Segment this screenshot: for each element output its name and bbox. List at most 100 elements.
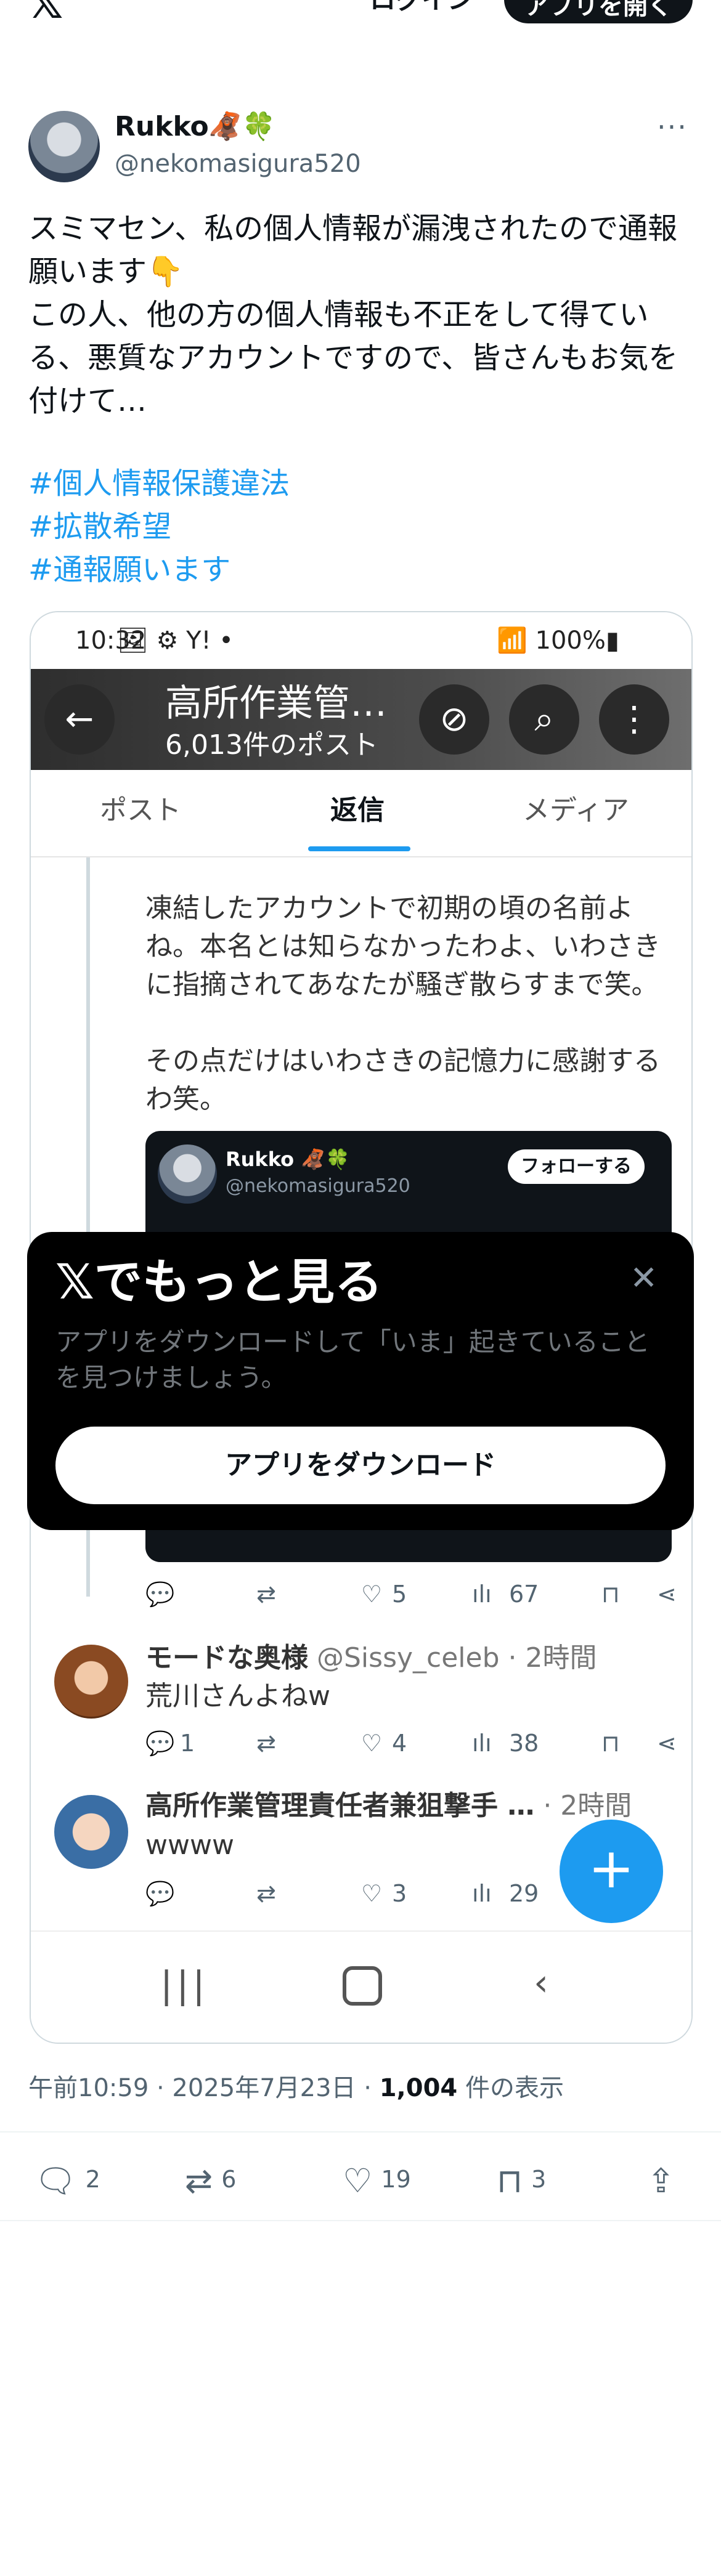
reply-text: 荒川さんよねw [145,1680,330,1712]
share-icon: ⋖ [657,1581,677,1608]
android-nav-bar: ||| ‹ [31,1930,691,2043]
view-label: 件の表示 [457,2074,564,2102]
download-app-button[interactable]: アプリをダウンロード [55,1427,666,1504]
author-name[interactable]: Rukko [115,108,209,145]
like-count: 4 [392,1730,407,1757]
repost-icon: ⇄ [185,2161,213,2200]
x-logo-icon[interactable]: 𝕏 [28,0,63,25]
divider [0,2220,721,2221]
tweet-timestamp[interactable]: 午前10:59 · 2025年7月23日 · [28,2074,380,2102]
author-handle[interactable]: @nekomasigura520 [115,147,361,181]
tab-replies: 返信 [330,795,385,826]
bookmark-icon: ⊓ [601,1730,620,1757]
recent-apps-icon: ||| [160,1964,209,2007]
top-bar: 𝕏 ログイン アプリを開く [0,0,721,37]
battery-icon: ▮ [605,626,619,655]
overlay-title: 𝕏でもっと見る [55,1255,383,1310]
like-button[interactable]: ♡ 19 [343,2155,411,2206]
profile-post-count: 6,013件のポスト [165,729,378,761]
tab-media: メディア [523,795,629,826]
tweet-action-bar: 🗨 2 ⇄ 6 ♡ 19 ⊓ 3 ⇪ [0,2155,721,2216]
reply-time: · 2時間 [543,1790,632,1821]
phone-profile-header: ← 高所作業管… 6,013件のポスト ⊘ ⌕ ⋮ [31,669,691,770]
reply-action-row: 💬 1 ⇄ ♡ 4 ılı 38 ⊓ ⋖ [145,1725,682,1762]
hashtag-list: #個人情報保護違法 #拡散希望 #通報願います [28,462,290,591]
reply-author-name: モードな奥様 [145,1642,308,1674]
share-button[interactable]: ⇪ [647,2155,683,2206]
hashtag-link[interactable]: #拡散希望 [28,505,290,548]
share-icon: ⇪ [647,2161,675,2200]
phone-tab-bar: ポスト 返信 メディア [31,770,691,857]
reply-icon: 💬 [145,1581,175,1608]
compose-fab-icon: + [560,1820,663,1923]
views-icon: ılı [472,1581,492,1608]
like-icon: ♡ [361,1581,383,1608]
share-icon: ⋖ [657,1730,677,1757]
views-icon: ılı [472,1880,492,1907]
reply-author-handle: @Sissy_celeb · 2時間 [317,1642,597,1674]
open-app-button[interactable]: アプリを開く [504,0,693,23]
reply-author: 高所作業管理責任者兼狙撃手 … · 2時間 [145,1788,632,1825]
status-battery: 📶 100%▮ [497,623,619,658]
like-icon: ♡ [343,2161,373,2200]
embedded-author-name: Rukko 🦧🍀 [226,1148,350,1171]
bookmark-count: 3 [531,2166,547,2193]
reply-author: モードな奥様 @Sissy_celeb · 2時間 [145,1640,597,1677]
tweet-text: スミマセン、私の個人情報が漏洩されたので通報 願います👇 この人、他の方の個人情… [28,211,678,418]
author-avatar[interactable] [28,111,100,182]
reply-button[interactable]: 🗨 2 [35,2155,100,2206]
bookmark-icon: ⊓ [601,1581,620,1608]
reply-text: 凍結したアカウントで初期の頃の名前よ ね。本名とは知らなかったわよ、いわさき に… [145,893,661,1115]
battery-percent: 100% [535,626,606,655]
avatar [54,1645,128,1719]
avatar [158,1144,217,1204]
follow-button: フォローする [508,1149,645,1184]
reply-icon: 💬 [145,1730,175,1757]
tweet-meta: 午前10:59 · 2025年7月23日 · 1,004 件の表示 [28,2070,564,2107]
bookmark-button[interactable]: ⊓ 3 [497,2155,546,2206]
repost-icon: ⇄ [256,1581,276,1608]
repost-icon: ⇄ [256,1880,276,1907]
more-options-icon[interactable]: ··· [657,108,688,145]
repost-button[interactable]: ⇄ 6 [185,2155,236,2206]
reply-text: wwww [145,1829,234,1861]
repost-count: 6 [221,2166,237,2193]
repost-icon: ⇄ [256,1730,276,1757]
bookmark-icon: ⊓ [497,2161,523,2200]
overlay-description: アプリをダウンロードして「いま」起きていること を見つけましょう。 [55,1327,650,1393]
hashtag-link[interactable]: #個人情報保護違法 [28,462,290,505]
status-icons: 🖼 ⚙ Y! • [117,626,234,655]
like-count: 5 [392,1581,407,1608]
views-icon: ılı [472,1730,492,1757]
login-link[interactable]: ログイン [370,0,473,18]
mute-icon: ⊘ [419,684,489,755]
home-icon [343,1966,382,2006]
reply-author-name: 高所作業管理責任者兼狙撃手 … [145,1790,535,1821]
app-promo-overlay: 𝕏でもっと見る ✕ アプリをダウンロードして「いま」起きていること を見つけまし… [27,1232,694,1530]
wifi-signal-icon: 📶 [497,626,536,655]
search-icon: ⌕ [509,684,579,755]
back-arrow-icon: ← [44,684,115,755]
reply-icon: 💬 [145,1880,175,1907]
reply-action-row: 💬 ⇄ ♡ 5 ılı 67 ⊓ ⋖ [145,1576,682,1613]
like-count: 3 [392,1880,407,1907]
reply-count: 2 [85,2166,100,2193]
phone-status-bar: 10:32 🖼 ⚙ Y! • 📶 100%▮ [31,612,691,669]
views-count: 67 [509,1581,539,1608]
author-name-emoji: 🦧🍀 [208,111,276,142]
views-count: 29 [509,1880,539,1907]
like-count: 19 [381,2166,411,2193]
kebab-menu-icon: ⋮ [599,684,669,755]
like-icon: ♡ [361,1730,383,1757]
active-tab-indicator [308,846,410,851]
views-count: 38 [509,1730,539,1757]
embedded-author-handle: @nekomasigura520 [226,1175,410,1197]
view-count: 1,004 [379,2074,458,2102]
hashtag-link[interactable]: #通報願います [28,548,290,591]
nav-back-icon: ‹ [534,1961,548,2004]
tab-posts: ポスト [100,795,181,826]
avatar [54,1795,128,1869]
reply-count: 1 [180,1730,195,1757]
close-icon[interactable]: ✕ [630,1257,658,1300]
divider [0,2131,721,2132]
